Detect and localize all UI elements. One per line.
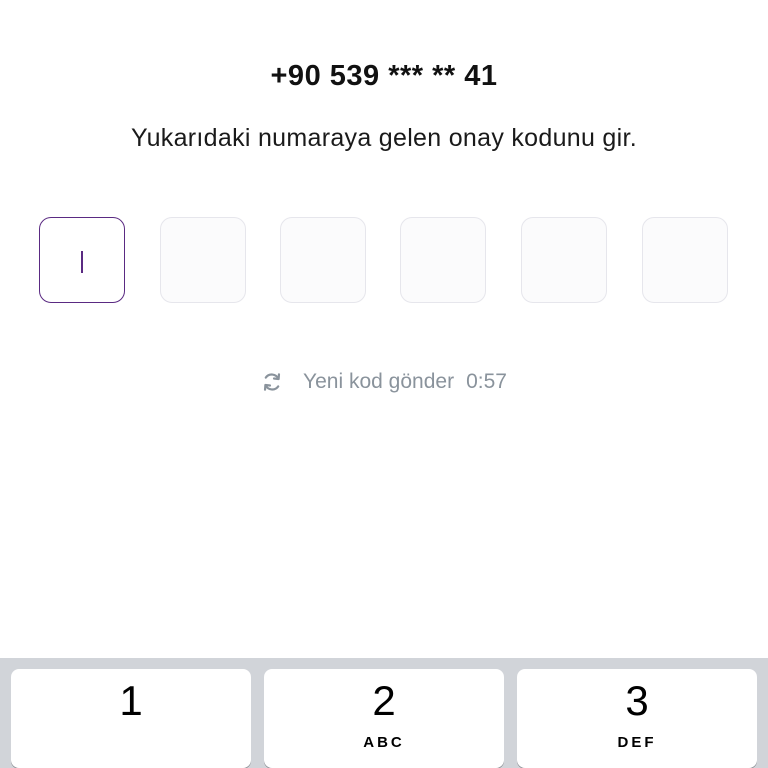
otp-digit-box-5[interactable] xyxy=(521,217,607,303)
key-number: 1 xyxy=(119,677,143,724)
otp-verification-screen: +90 539 *** ** 41 Yukarıdaki numaraya ge… xyxy=(0,0,768,768)
otp-digit-box-4[interactable] xyxy=(400,217,486,303)
key-number: 3 xyxy=(625,677,649,724)
text-caret xyxy=(81,251,83,273)
resend-timer: 0:57 xyxy=(466,370,507,393)
keypad-key-1[interactable]: 1 xyxy=(11,669,251,768)
resend-code-button[interactable]: Yeni kod gönder 0:57 xyxy=(0,366,768,398)
resend-label: Yeni kod gönder xyxy=(303,370,455,393)
otp-digit-box-3[interactable] xyxy=(280,217,366,303)
otp-digit-box-6[interactable] xyxy=(642,217,728,303)
otp-digit-box-2[interactable] xyxy=(160,217,246,303)
numeric-keypad: 1 2 ABC 3 DEF xyxy=(0,658,768,768)
refresh-icon xyxy=(263,373,281,391)
instruction-text: Yukarıdaki numaraya gelen onay kodunu gi… xyxy=(131,124,637,152)
phone-number: +90 539 *** ** 41 xyxy=(270,60,498,92)
otp-digit-box-1[interactable] xyxy=(39,217,125,303)
keypad-key-2[interactable]: 2 ABC xyxy=(264,669,504,768)
key-letters: ABC xyxy=(363,734,405,751)
key-letters: DEF xyxy=(617,734,657,751)
otp-code-input xyxy=(39,217,732,305)
key-number: 2 xyxy=(372,677,396,724)
keypad-key-3[interactable]: 3 DEF xyxy=(517,669,757,768)
